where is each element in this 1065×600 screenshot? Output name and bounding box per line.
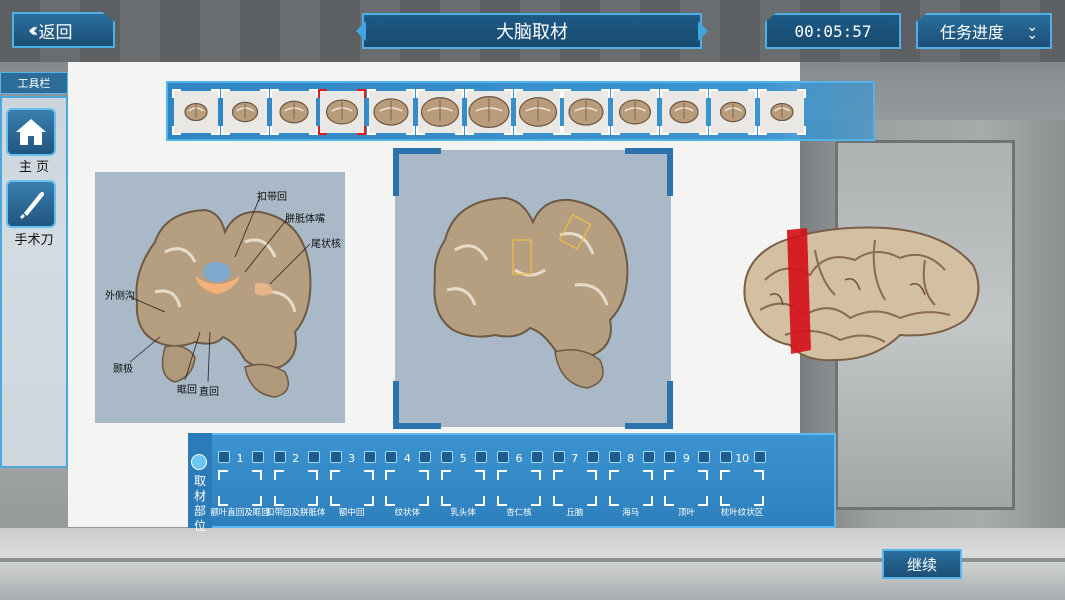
specimen-tag-icon	[642, 451, 655, 463]
slice-thumbnail[interactable]	[757, 89, 806, 135]
slot-drop-target[interactable]	[385, 470, 430, 506]
brain-3d-model[interactable]	[725, 220, 985, 370]
slot-drop-target[interactable]	[552, 470, 597, 506]
slot-region-name: 丘脑	[566, 508, 584, 518]
slot-drop-target[interactable]	[218, 470, 262, 506]
page-title: 大脑取材	[362, 13, 702, 49]
slice-thumbnail[interactable]	[269, 89, 318, 135]
scalpel-icon	[20, 191, 44, 219]
toolbar-title: 工具栏	[0, 72, 68, 94]
sampling-slot: 2 扣带回及胼胝体	[266, 440, 326, 526]
label-caudate-nucleus: 尾状核	[311, 239, 341, 250]
slice-thumbnail[interactable]	[660, 89, 708, 135]
slot-region-name: 枕叶纹状区	[720, 508, 764, 518]
slot-region-name: 杏仁核	[506, 508, 532, 518]
task-progress-button[interactable]: 任务进度 ⌄ ⌄	[916, 13, 1052, 49]
sampling-title: 取材部位	[193, 474, 206, 533]
label-cingulate-gyrus: 扣带回	[257, 192, 287, 203]
sampling-slot: 1 额叶直回及眶回	[210, 440, 270, 526]
sampling-slot: 7 丘脑	[547, 440, 603, 526]
home-tool-button[interactable]	[6, 108, 56, 156]
specimen-tag-icon	[252, 451, 264, 463]
brain-3d-image	[743, 226, 980, 362]
label-lateral-sulcus: 外侧沟	[105, 291, 135, 302]
slot-region-name: 顶叶	[677, 508, 695, 518]
working-section-view[interactable]	[393, 148, 673, 429]
slot-drop-target[interactable]	[441, 470, 486, 506]
sampling-slot: 5 乳头体	[435, 440, 491, 526]
slot-region-name: 乳头体	[450, 508, 476, 518]
specimen-tag-icon	[698, 451, 711, 463]
sampling-slot: 9 顶叶	[658, 440, 714, 526]
slot-drop-target[interactable]	[273, 470, 318, 506]
back-button-label: 返回	[38, 22, 73, 43]
slot-bar-icon	[191, 454, 207, 470]
slot-drop-target[interactable]	[329, 470, 374, 506]
slot-drop-target[interactable]	[497, 470, 541, 506]
sampling-slot: 4 纹状体	[379, 440, 435, 526]
slice-thumbnail[interactable]	[464, 89, 513, 135]
view-corner-bottom-left	[393, 381, 441, 429]
view-corner-top-right	[625, 148, 673, 196]
task-progress-label: 任务进度	[940, 23, 1005, 42]
view-corner-bottom-right	[625, 381, 673, 429]
label-corpus-callosum-rostrum: 胼胝体嘴	[285, 214, 325, 225]
sampling-slot: 8 海马	[603, 440, 659, 526]
slice-thumbnail[interactable]	[367, 89, 416, 135]
reference-section-panel: 扣带回 胼胝体嘴 尾状核 外侧沟 颞极 眶回 直回	[95, 172, 345, 423]
slice-thumbnail[interactable]	[172, 89, 220, 135]
sampling-slot: 10 枕叶纹状区	[714, 440, 770, 526]
slot-drop-target[interactable]	[720, 470, 765, 506]
home-icon	[16, 119, 46, 145]
specimen-tag-icon	[419, 451, 432, 463]
double-chevron-down-icon: ⌄ ⌄	[1026, 19, 1038, 43]
scalpel-tool-button[interactable]	[6, 180, 56, 228]
slice-thumbnail[interactable]	[562, 89, 611, 135]
double-chevron-left-icon: ‹‹	[28, 18, 39, 42]
slot-drop-target[interactable]	[608, 470, 653, 506]
sampling-slot: 3 额中回	[324, 440, 380, 526]
continue-button-label: 继续	[906, 555, 937, 574]
slice-thumbnail[interactable]	[708, 89, 757, 135]
slot-region-name: 额叶直回及眶回	[210, 508, 270, 518]
slice-thumbnail[interactable]	[220, 89, 269, 135]
slot-region-name: 扣带回及胼胝体	[266, 508, 326, 518]
cut-plane-marker	[787, 228, 811, 354]
slice-thumbnail[interactable]	[513, 89, 562, 135]
slice-thumbnail[interactable]	[318, 89, 367, 135]
slot-region-name: 额中回	[338, 508, 365, 518]
label-temporal-pole: 颞极	[113, 364, 133, 375]
slice-thumbnail[interactable]	[611, 89, 660, 135]
slice-thumbnail[interactable]	[416, 89, 464, 135]
specimen-tag-icon	[475, 451, 488, 463]
slice-thumbnail-strip	[166, 81, 875, 141]
slot-drop-target[interactable]	[664, 470, 709, 506]
slot-region-name: 海马	[622, 508, 640, 518]
specimen-tag-icon	[586, 451, 599, 463]
specimen-tag-icon	[307, 451, 320, 463]
label-orbital-gyrus: 眶回	[177, 385, 197, 396]
scalpel-tool-label: 手术刀	[14, 233, 54, 248]
home-tool-label: 主 页	[18, 160, 50, 175]
slot-region-name: 纹状体	[394, 508, 421, 518]
elapsed-timer: 00:05:57	[765, 13, 901, 49]
label-gyrus-rectus: 直回	[199, 387, 219, 398]
continue-button[interactable]: 继续	[882, 549, 962, 579]
view-corner-top-left	[393, 148, 441, 196]
specimen-tag-icon	[363, 451, 376, 463]
toolbar-title-text: 工具栏	[17, 77, 51, 90]
timer-text: 00:05:57	[794, 21, 872, 41]
sampling-slot: 6 杏仁核	[491, 440, 547, 526]
back-button[interactable]: ‹‹ 返回	[12, 12, 115, 48]
page-title-text: 大脑取材	[496, 22, 568, 43]
specimen-tag-icon	[754, 451, 767, 463]
specimen-tag-icon	[531, 451, 543, 463]
